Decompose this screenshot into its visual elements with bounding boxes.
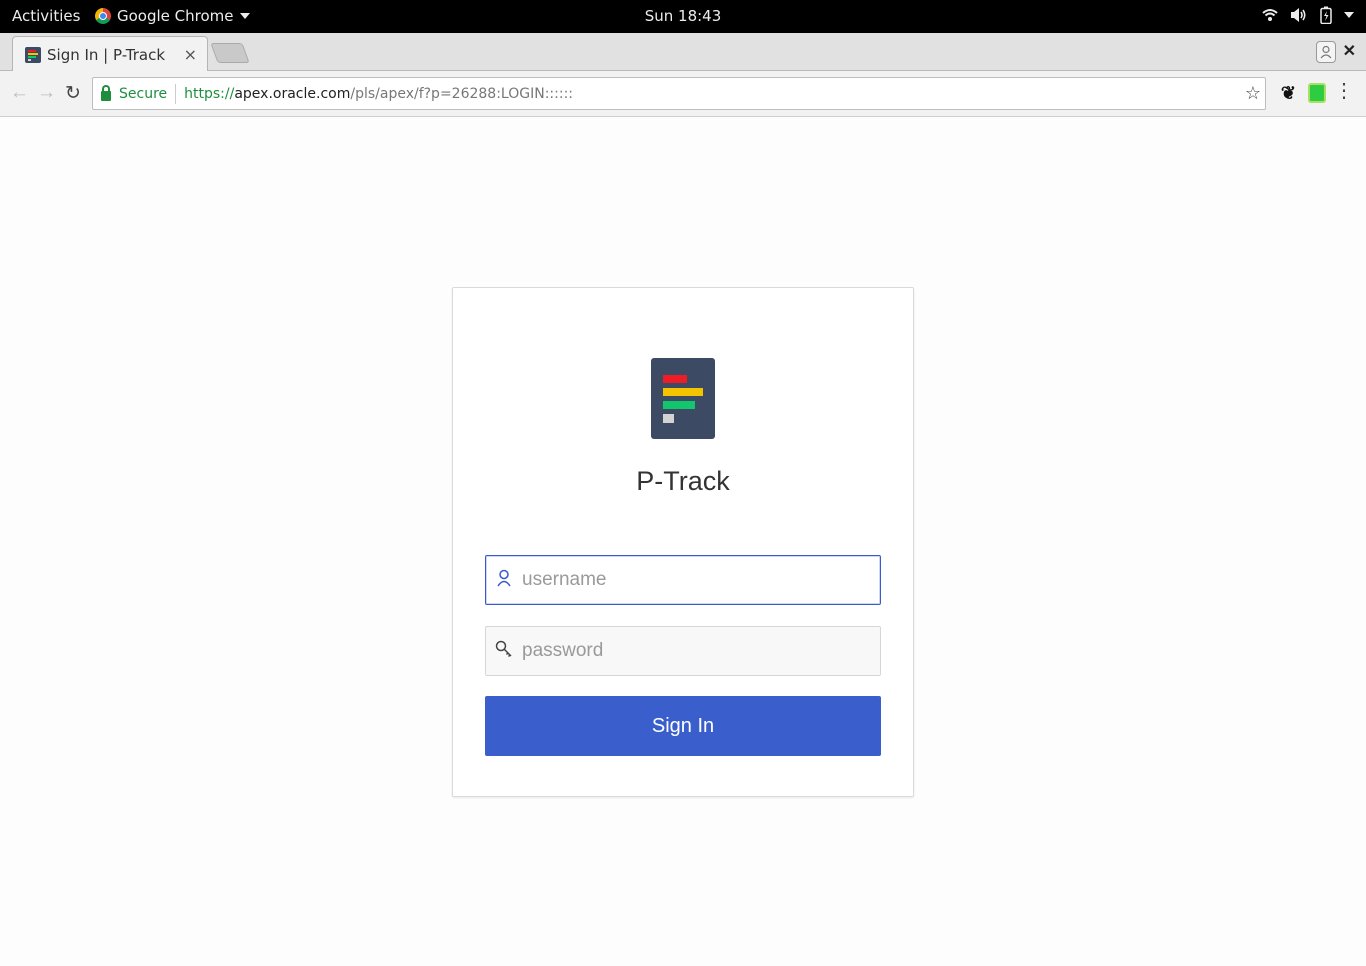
key-icon [486, 640, 522, 663]
url-scheme: https:// [184, 85, 235, 102]
secure-label: Secure [119, 85, 168, 102]
username-input[interactable] [522, 569, 862, 591]
reload-icon[interactable]: ↻ [65, 82, 81, 105]
lock-icon [101, 84, 111, 101]
window-close-icon[interactable]: ✕ [1343, 41, 1356, 61]
tab-strip: Sign In | P-Track × ✕ [0, 33, 1366, 72]
forward-icon[interactable]: → [37, 82, 56, 104]
back-icon[interactable]: ← [10, 82, 29, 104]
login-card: P-Track Sign In [452, 287, 914, 797]
app-title: P-Track [636, 466, 730, 496]
clock[interactable]: Sun 18:43 [645, 7, 722, 25]
username-field[interactable] [485, 555, 881, 605]
caret-down-icon [239, 13, 250, 19]
url-path: /pls/apex/f?p=26288:LOGIN:::::: [350, 85, 573, 102]
omnibox-divider [175, 83, 177, 104]
browser-menu-icon[interactable]: ⋮ [1334, 81, 1354, 101]
password-field[interactable] [485, 626, 881, 676]
tab-sign-in[interactable]: Sign In | P-Track × [12, 36, 208, 72]
bookmark-star-icon[interactable]: ☆ [1245, 83, 1261, 104]
tab-title: Sign In | P-Track [47, 45, 166, 64]
android-extension-icon[interactable] [1308, 83, 1326, 103]
system-status-area[interactable] [1262, 6, 1354, 24]
volume-icon [1291, 8, 1306, 22]
url-host: apex.oracle.com [234, 85, 351, 102]
ptrack-logo [651, 358, 715, 439]
gnome-extension-icon[interactable]: ❦ [1281, 83, 1296, 104]
system-menu-caret-icon [1344, 12, 1354, 18]
user-icon [486, 569, 522, 592]
chrome-icon [95, 8, 111, 24]
profile-icon [1320, 45, 1332, 59]
wifi-icon [1262, 9, 1278, 21]
profile-button[interactable] [1316, 41, 1336, 63]
password-input[interactable] [522, 640, 862, 662]
ptrack-favicon-icon [25, 46, 41, 63]
system-top-bar: Activities Google Chrome Sun 18:43 [0, 0, 1366, 33]
new-tab-button[interactable] [210, 43, 250, 63]
app-menu[interactable]: Google Chrome [95, 7, 250, 25]
battery-icon [1320, 6, 1332, 24]
address-bar[interactable]: Secure https:// apex.oracle.com /pls/ape… [92, 77, 1266, 110]
app-menu-label: Google Chrome [117, 7, 234, 25]
sign-in-button[interactable]: Sign In [485, 696, 881, 756]
browser-toolbar: ← → ↻ Secure https:// apex.oracle.com /p… [0, 71, 1366, 117]
tab-close-icon[interactable]: × [184, 45, 197, 64]
activities-button[interactable]: Activities [12, 7, 80, 25]
